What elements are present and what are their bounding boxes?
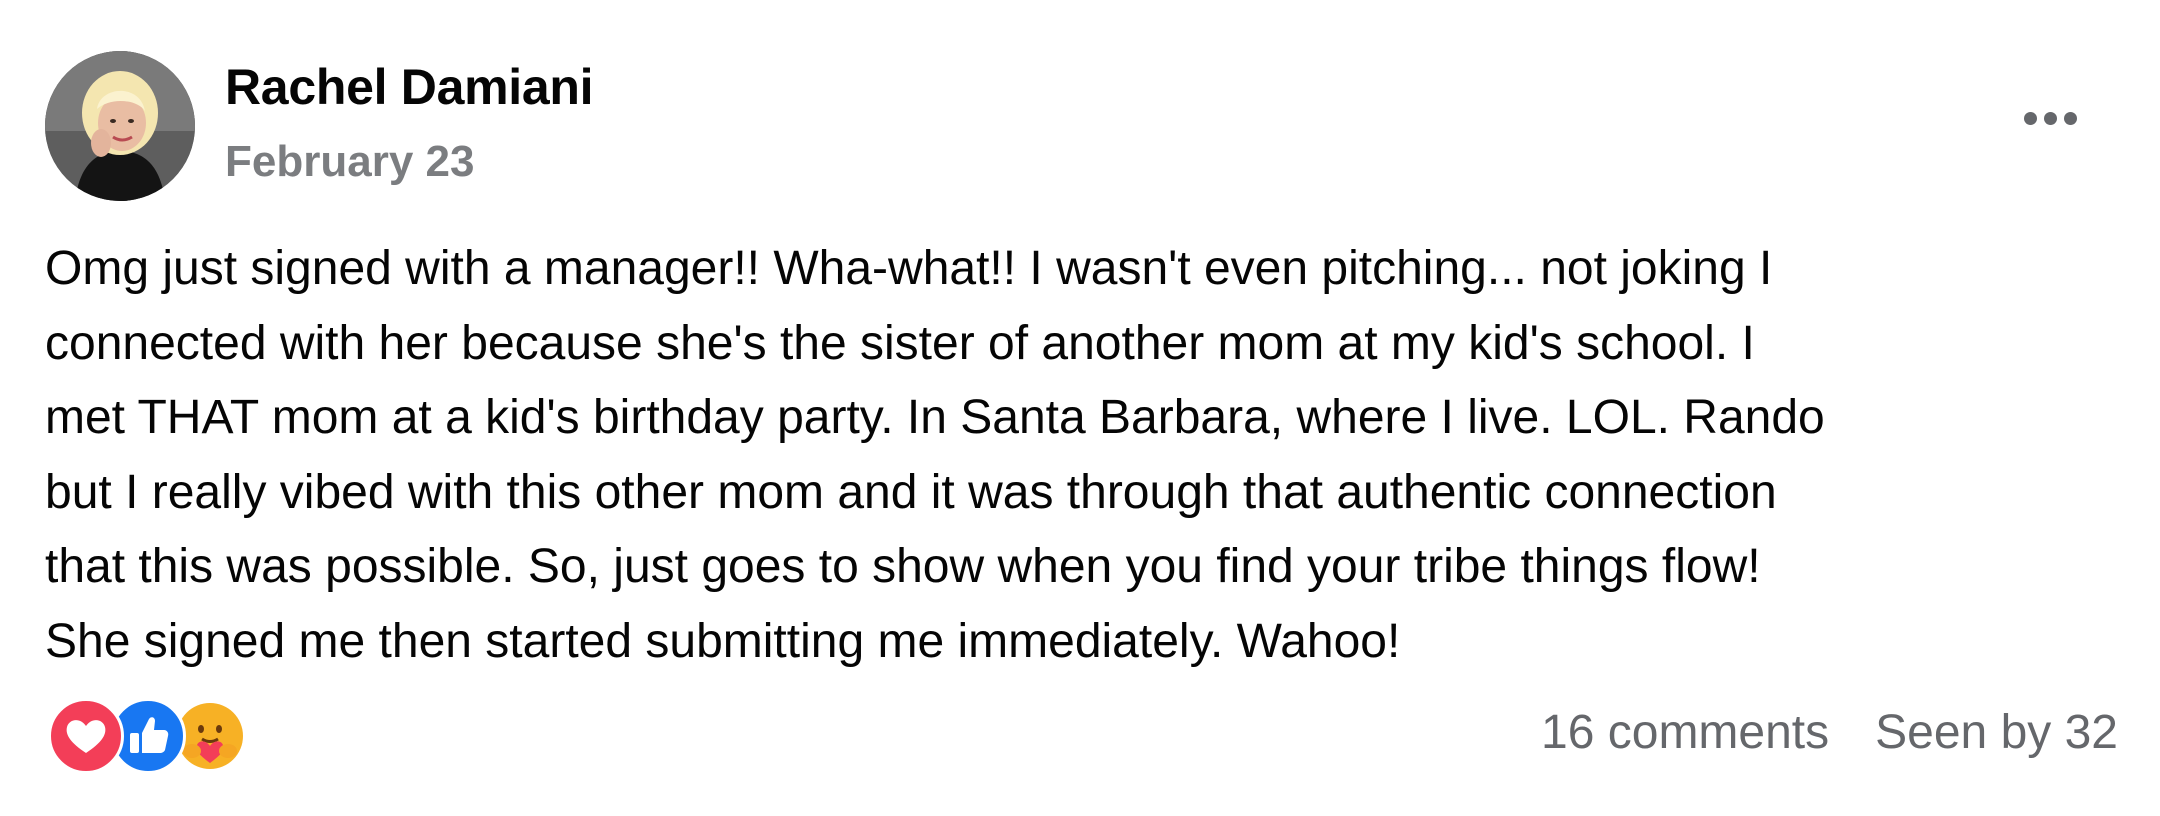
post-text: Omg just signed with a manager!! Wha-wha… (45, 242, 1825, 668)
seen-by-link[interactable]: Seen by 32 (1875, 705, 2118, 760)
comments-count-link[interactable]: 16 comments (1541, 705, 1829, 760)
post-date[interactable]: February 23 (225, 137, 474, 187)
author-avatar[interactable] (45, 51, 195, 201)
more-dot (2023, 111, 2037, 125)
more-dot (2043, 111, 2057, 125)
reactions-summary[interactable] (48, 698, 248, 774)
more-options-icon[interactable] (2010, 96, 2090, 140)
more-dot (2063, 111, 2077, 125)
love-icon (48, 698, 124, 774)
author-name[interactable]: Rachel Damiani (225, 58, 593, 116)
post-card: Rachel Damiani February 23 Omg just sign… (0, 0, 2160, 816)
post-stats: 16 comments Seen by 32 (1541, 705, 2118, 760)
